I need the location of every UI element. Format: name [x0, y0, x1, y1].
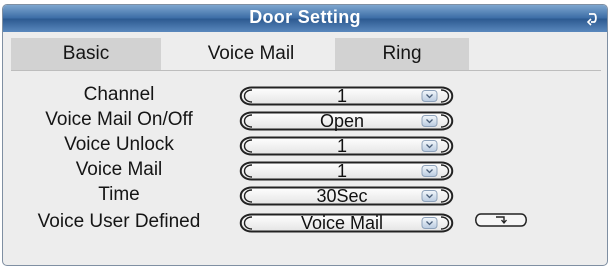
voice-user-defined-edit-button[interactable]	[473, 213, 529, 227]
door-setting-dialog: Door Setting Basic Voice Mail Ring Chann…	[2, 4, 608, 266]
channel-label: Channel	[83, 84, 155, 105]
voice-mail-on-off-dropdown[interactable]: Open	[236, 111, 457, 131]
voice-mail-on-off-label: Voice Mail On/Off	[45, 109, 193, 130]
chevron-down-icon[interactable]	[422, 165, 437, 176]
voice-user-defined-dropdown[interactable]: Voice Mail	[236, 213, 457, 233]
chevron-down-icon[interactable]	[422, 140, 437, 151]
channel-value: 1	[336, 86, 347, 106]
voice-unlock-label: Voice Unlock	[64, 134, 174, 155]
voice-user-defined-label: Voice User Defined	[37, 211, 201, 232]
chevron-down-icon[interactable]	[422, 90, 437, 101]
return-arrow-icon[interactable]	[585, 10, 599, 26]
time-dropdown[interactable]: 30Sec	[236, 186, 457, 206]
tab-ring[interactable]: Ring	[335, 38, 469, 70]
tab-basic[interactable]: Basic	[11, 38, 161, 70]
tab-voice-mail[interactable]: Voice Mail	[171, 38, 331, 70]
chevron-down-icon[interactable]	[422, 217, 437, 228]
channel-dropdown[interactable]: 1	[236, 86, 457, 106]
dialog-title: Door Setting	[249, 7, 361, 27]
chevron-down-icon[interactable]	[422, 115, 437, 126]
voice-unlock-dropdown[interactable]: 1	[236, 136, 457, 156]
voice-mail-on-off-value: Open	[319, 111, 365, 131]
voice-user-defined-value: Voice Mail	[300, 213, 384, 233]
voice-unlock-value: 1	[336, 136, 347, 156]
voice-mail-dropdown[interactable]: 1	[236, 161, 457, 181]
tab-bar: Basic Voice Mail Ring	[11, 38, 601, 70]
chevron-down-icon[interactable]	[422, 190, 437, 201]
time-value: 30Sec	[316, 186, 368, 206]
title-bar: Door Setting	[3, 5, 607, 32]
voice-mail-value: 1	[336, 161, 347, 181]
voice-mail-label: Voice Mail	[75, 159, 163, 180]
tab-divider	[11, 70, 601, 71]
time-label: Time	[98, 184, 140, 205]
